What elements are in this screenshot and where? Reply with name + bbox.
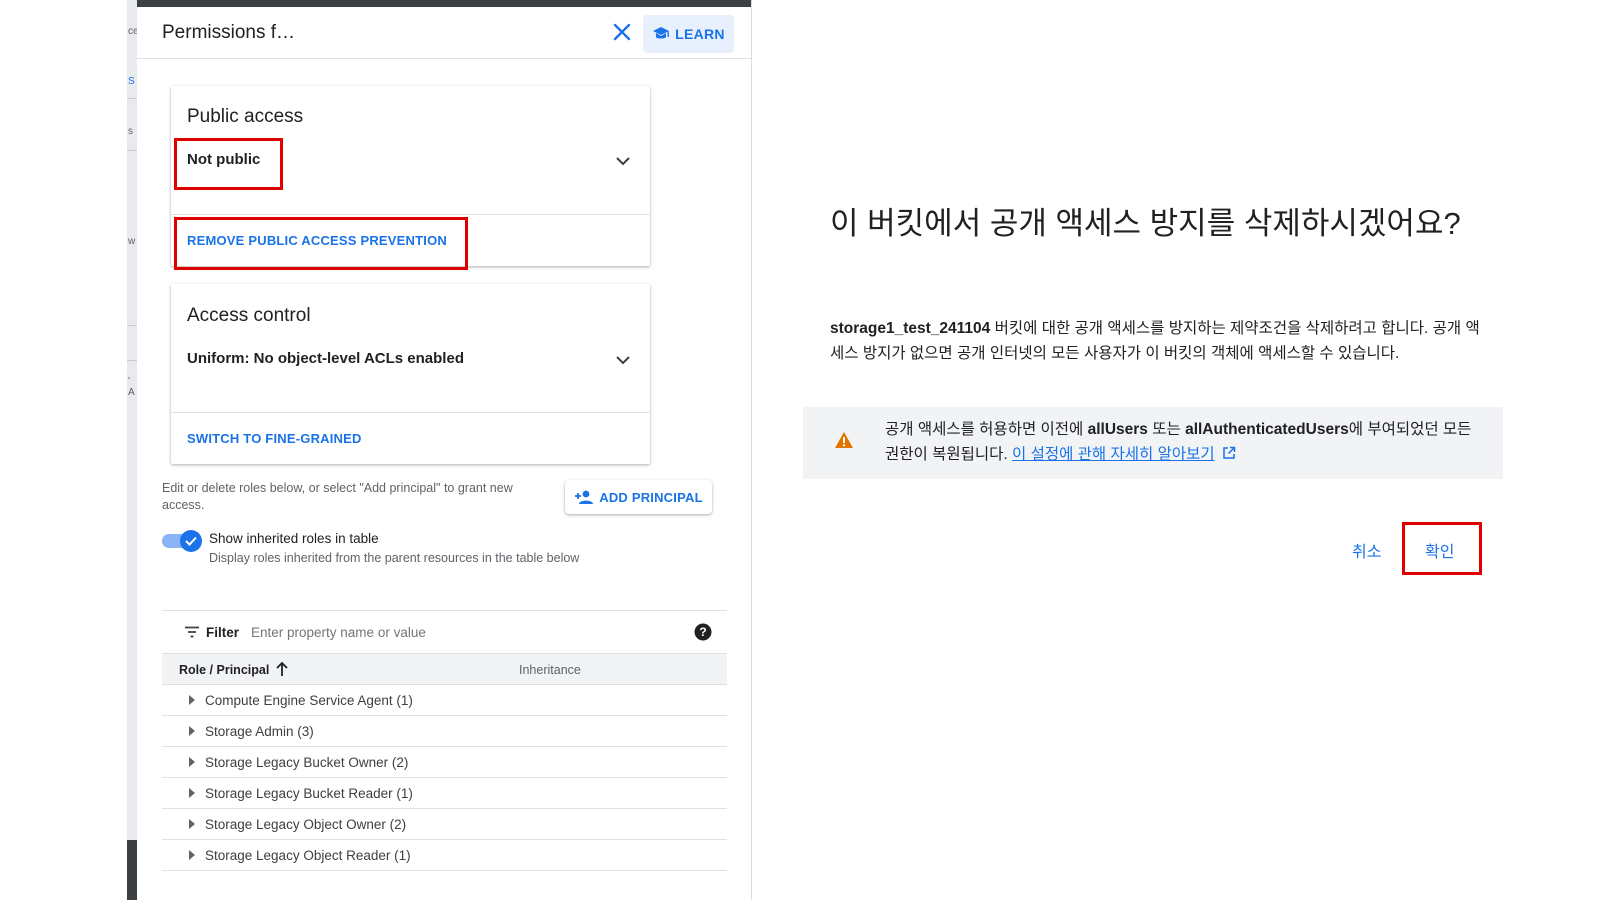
warning-text: 공개 액세스를 허용하면 이전에 allUsers 또는 allAuthenti…: [885, 417, 1485, 467]
role-name: Compute Engine Service Agent (1): [205, 693, 413, 708]
person-add-icon: [575, 490, 594, 504]
toggle-description: Display roles inherited from the parent …: [209, 551, 580, 565]
access-control-value: Uniform: No object-level ACLs enabled: [187, 350, 464, 367]
all-authenticated-users-term: allAuthenticatedUsers: [1185, 421, 1349, 438]
column-header-role[interactable]: Role / Principal: [179, 663, 269, 677]
expand-arrow-icon[interactable]: [189, 850, 195, 860]
table-row[interactable]: Compute Engine Service Agent (1): [162, 685, 727, 716]
highlight-box-remove-prevention: [174, 217, 468, 270]
panel-title: Permissions f…: [162, 22, 296, 43]
warning-icon: [835, 432, 853, 448]
close-icon[interactable]: [609, 19, 635, 45]
expand-arrow-icon[interactable]: [189, 695, 195, 705]
dialog-title: 이 버킷에서 공개 액세스 방지를 삭제하시겠어요?: [830, 206, 1461, 241]
filter-input[interactable]: [251, 625, 631, 640]
column-header-inheritance: Inheritance: [519, 663, 581, 677]
filter-label: Filter: [206, 625, 240, 640]
highlight-box-not-public: [174, 138, 283, 190]
add-principal-button[interactable]: ADD PRINCIPAL: [565, 480, 712, 514]
card-divider: [171, 412, 650, 413]
role-name: Storage Legacy Object Reader (1): [205, 848, 411, 863]
open-in-new-icon[interactable]: [1222, 446, 1236, 460]
check-icon: [180, 530, 202, 552]
show-inherited-roles-toggle[interactable]: [162, 530, 202, 552]
table-row[interactable]: Storage Legacy Bucket Reader (1): [162, 778, 727, 809]
learn-label: LEARN: [675, 26, 725, 42]
roles-help-text: Edit or delete roles below, or select "A…: [162, 481, 513, 512]
table-row[interactable]: Storage Admin (3): [162, 716, 727, 747]
expand-arrow-icon[interactable]: [189, 819, 195, 829]
warning-text-part: 또는: [1147, 421, 1186, 438]
chevron-down-icon[interactable]: [614, 354, 632, 366]
warning-text-part: 공개 액세스를 허용하면 이전에: [885, 421, 1088, 438]
expand-arrow-icon[interactable]: [189, 726, 195, 736]
role-name: Storage Admin (3): [205, 724, 314, 739]
background-text-fragment: ce: [128, 26, 137, 37]
dialog-body: storage1_test_241104 버킷에 대한 공개 액세스를 방지하는…: [830, 316, 1480, 366]
background-text-fragment: S: [128, 76, 135, 87]
background-divider: [127, 360, 137, 361]
background-dark-footer: [127, 840, 137, 900]
learn-more-link[interactable]: 이 설정에 관해 자세히 알아보기: [1012, 446, 1215, 463]
background-divider: [127, 98, 137, 99]
toggle-label: Show inherited roles in table: [209, 531, 379, 546]
table-row[interactable]: Storage Legacy Object Owner (2): [162, 809, 727, 840]
background-divider: [127, 150, 137, 151]
table-header: Role / Principal Inheritance: [162, 654, 727, 685]
expand-arrow-icon[interactable]: [189, 788, 195, 798]
panel-top-bar: [137, 0, 751, 7]
highlight-box-confirm: [1402, 522, 1482, 575]
switch-to-fine-grained-button[interactable]: SWITCH TO FINE-GRAINED: [187, 431, 362, 446]
bucket-name: storage1_test_241104: [830, 320, 991, 337]
add-principal-label: ADD PRINCIPAL: [599, 489, 703, 505]
warning-box: 공개 액세스를 허용하면 이전에 allUsers 또는 allAuthenti…: [803, 407, 1503, 479]
school-icon: [653, 27, 670, 39]
table-row[interactable]: Storage Legacy Object Reader (1): [162, 840, 727, 871]
panel-header: Permissions f… LEARN: [137, 7, 751, 59]
public-access-title: Public access: [187, 106, 304, 127]
filter-bar: Filter ?: [162, 610, 727, 654]
chevron-down-icon[interactable]: [614, 155, 632, 167]
background-text-fragment: w: [128, 236, 136, 247]
arrow-up-icon[interactable]: [275, 661, 289, 677]
background-text-fragment: s: [128, 126, 133, 137]
role-name: Storage Legacy Object Owner (2): [205, 817, 407, 832]
background-divider: [127, 325, 137, 326]
access-control-title: Access control: [187, 305, 311, 326]
all-users-term: allUsers: [1087, 421, 1148, 438]
background-text-fragment: ' A: [128, 376, 135, 398]
background-page-strip: ce S s w ' A: [127, 0, 137, 900]
svg-text:?: ?: [699, 625, 706, 639]
filter-icon: [185, 626, 199, 638]
permissions-panel: Permissions f… LEARN Public access Not p…: [137, 0, 752, 900]
role-name: Storage Legacy Bucket Reader (1): [205, 786, 413, 801]
card-divider: [171, 214, 650, 215]
cancel-button[interactable]: 취소: [1352, 538, 1381, 562]
role-name: Storage Legacy Bucket Owner (2): [205, 755, 409, 770]
table-row[interactable]: Storage Legacy Bucket Owner (2): [162, 747, 727, 778]
help-icon[interactable]: ?: [694, 623, 712, 641]
access-control-card: Access control Uniform: No object-level …: [171, 284, 650, 464]
learn-button[interactable]: LEARN: [643, 15, 734, 53]
expand-arrow-icon[interactable]: [189, 757, 195, 767]
